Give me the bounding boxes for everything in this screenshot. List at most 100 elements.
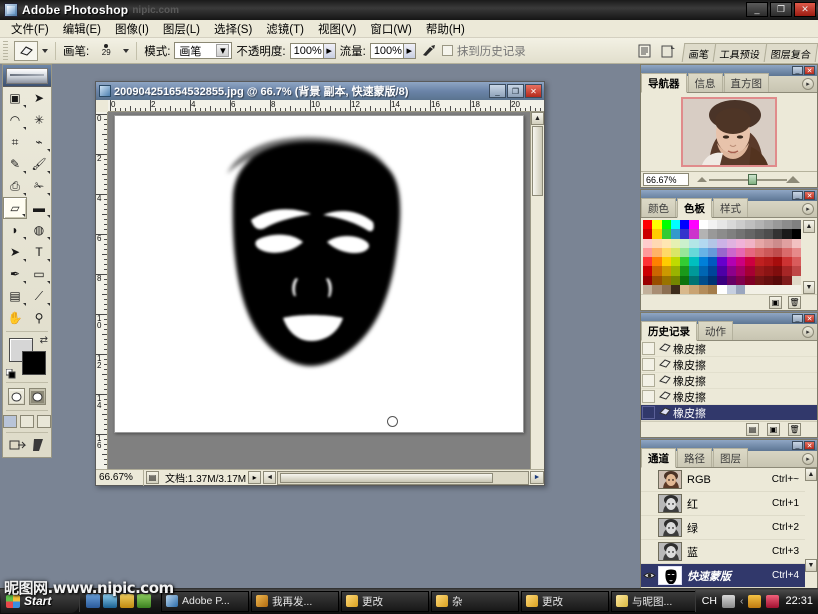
pen-tool[interactable]: ✒ — [3, 263, 27, 285]
menu-item-file[interactable]: 文件(F) — [4, 20, 56, 38]
panel-menu-icon[interactable]: ▸ — [802, 203, 814, 215]
color-swatch[interactable] — [773, 257, 783, 267]
color-swatch[interactable] — [773, 220, 783, 230]
taskbar-task-button[interactable]: 更改 — [341, 590, 429, 612]
history-brush-source-checkbox[interactable] — [642, 342, 655, 356]
navigator-minimize-button[interactable]: _ — [792, 66, 803, 75]
menu-item-filter[interactable]: 滤镜(T) — [259, 20, 311, 38]
tool-submenu-triangle-icon[interactable] — [47, 259, 50, 262]
color-swatch[interactable] — [735, 220, 746, 230]
history-brush-source-checkbox[interactable] — [642, 358, 655, 372]
color-swatch[interactable] — [763, 257, 774, 267]
color-swatch[interactable] — [782, 257, 792, 267]
color-swatch[interactable] — [652, 257, 662, 267]
tool-submenu-triangle-icon[interactable] — [47, 237, 50, 240]
color-swatch[interactable] — [708, 229, 718, 239]
color-swatch[interactable] — [791, 266, 802, 276]
navigator-preview[interactable] — [641, 93, 817, 171]
zoom-tool[interactable]: ⚲ — [27, 307, 51, 329]
document-horizontal-scrollbar[interactable] — [277, 470, 529, 485]
color-swatch[interactable] — [708, 266, 718, 276]
navigator-close-button[interactable]: ✕ — [804, 66, 815, 75]
history-close-button[interactable]: ✕ — [804, 314, 815, 324]
color-swatch[interactable] — [782, 285, 792, 295]
channels-minimize-button[interactable]: _ — [792, 441, 803, 451]
color-swatch[interactable] — [652, 266, 662, 276]
tool-submenu-triangle-icon[interactable] — [23, 259, 26, 262]
horizontal-ruler[interactable]: 0 2 4 6 8 10 12 14 16 18 20 — [108, 100, 544, 112]
color-swatch[interactable] — [670, 238, 681, 248]
history-tab-0[interactable]: 历史记录 — [641, 321, 697, 342]
flow-control[interactable]: 100% ▸ — [369, 42, 416, 59]
taskbar-task-button[interactable]: 杂 — [431, 590, 519, 612]
channels-scrollbar[interactable]: ▲ ▼ — [805, 468, 817, 588]
color-swatch[interactable] — [791, 257, 802, 267]
history-state-row[interactable]: 橡皮擦 — [641, 405, 817, 422]
color-swatch[interactable] — [726, 285, 736, 295]
eraser-icon[interactable] — [14, 40, 38, 61]
toolbox-drag-handle[interactable] — [3, 65, 51, 87]
chevron-left-icon[interactable]: ‹ — [740, 595, 744, 607]
color-swatch[interactable] — [661, 266, 671, 276]
background-color-swatch[interactable] — [22, 351, 46, 375]
color-swatch[interactable] — [689, 229, 699, 239]
history-brush-source-checkbox[interactable] — [642, 374, 655, 388]
color-swatch[interactable] — [643, 229, 653, 239]
tool-submenu-triangle-icon[interactable] — [23, 303, 26, 306]
doc-info-icon[interactable]: ▤ — [146, 471, 159, 484]
options-bar-grip[interactable] — [3, 40, 8, 61]
color-swatch[interactable] — [680, 247, 690, 258]
brush-picker-chevron-down-icon[interactable] — [123, 48, 130, 53]
keyboard-icon[interactable] — [721, 594, 735, 608]
color-swatch[interactable] — [717, 266, 727, 276]
color-swatch[interactable] — [773, 275, 783, 286]
color-swatch[interactable] — [791, 229, 802, 239]
document-restore-button[interactable]: ❐ — [507, 84, 524, 98]
erase-to-history-checkbox[interactable] — [441, 45, 453, 56]
swatches-scrollbar[interactable]: ▲ ▼ — [803, 220, 815, 295]
color-swatch[interactable] — [643, 275, 653, 286]
history-minimize-button[interactable]: _ — [792, 314, 803, 324]
swatches-grid-container[interactable]: ▲ ▼ — [641, 218, 817, 295]
type-tool[interactable]: T — [27, 241, 51, 263]
history-state-row[interactable]: 橡皮擦 — [641, 389, 817, 406]
tool-submenu-triangle-icon[interactable] — [23, 105, 26, 108]
color-swatch[interactable] — [698, 238, 709, 248]
menu-item-help[interactable]: 帮助(H) — [419, 20, 472, 38]
history-brush-tool[interactable]: ✁ — [27, 175, 51, 197]
color-swatch[interactable] — [643, 266, 653, 276]
channel-row[interactable]: 绿 Ctrl+2 — [641, 516, 805, 541]
canvas-area[interactable] — [108, 112, 530, 469]
color-swatch[interactable] — [689, 285, 699, 295]
color-swatch[interactable] — [698, 285, 709, 295]
color-swatch[interactable] — [670, 285, 681, 295]
color-swatch[interactable] — [643, 285, 653, 295]
navigator-tab-2[interactable]: 直方图 — [723, 73, 769, 92]
zoom-in-icon[interactable] — [786, 176, 800, 183]
color-swatch[interactable] — [745, 257, 755, 267]
color-swatch[interactable] — [754, 247, 764, 258]
opacity-control[interactable]: 100% ▸ — [289, 42, 336, 59]
tool-submenu-triangle-icon[interactable] — [47, 193, 50, 196]
channels-close-button[interactable]: ✕ — [804, 441, 815, 451]
document-titlebar[interactable]: 200904251654532855.jpg @ 66.7% (背景 副本, 快… — [96, 82, 544, 100]
mode-select[interactable]: 画笔 ▾ — [174, 42, 233, 59]
color-swatch[interactable] — [708, 247, 718, 258]
color-swatch[interactable] — [652, 238, 662, 248]
default-colors-icon[interactable] — [5, 368, 16, 379]
full-screen-menubar-mode-icon[interactable] — [20, 415, 34, 428]
scroll-left-arrow-icon[interactable]: ◄ — [263, 471, 277, 484]
dodge-tool[interactable]: ◍ — [27, 219, 51, 241]
swatches-grid[interactable] — [643, 220, 803, 295]
color-swatch[interactable] — [754, 257, 764, 267]
color-swatch[interactable] — [782, 238, 792, 248]
slice-tool[interactable]: ⌁ — [27, 131, 51, 153]
swatches-tab-1[interactable]: 色板 — [677, 198, 712, 218]
menu-item-image[interactable]: 图像(I) — [108, 20, 156, 38]
color-swatch[interactable] — [717, 257, 727, 267]
color-swatch[interactable] — [726, 238, 736, 248]
color-swatch[interactable] — [791, 238, 802, 248]
navigator-tab-0[interactable]: 导航器 — [641, 73, 687, 93]
scroll-up-arrow-icon[interactable]: ▲ — [805, 468, 817, 482]
history-brush-source-checkbox[interactable] — [642, 406, 655, 420]
